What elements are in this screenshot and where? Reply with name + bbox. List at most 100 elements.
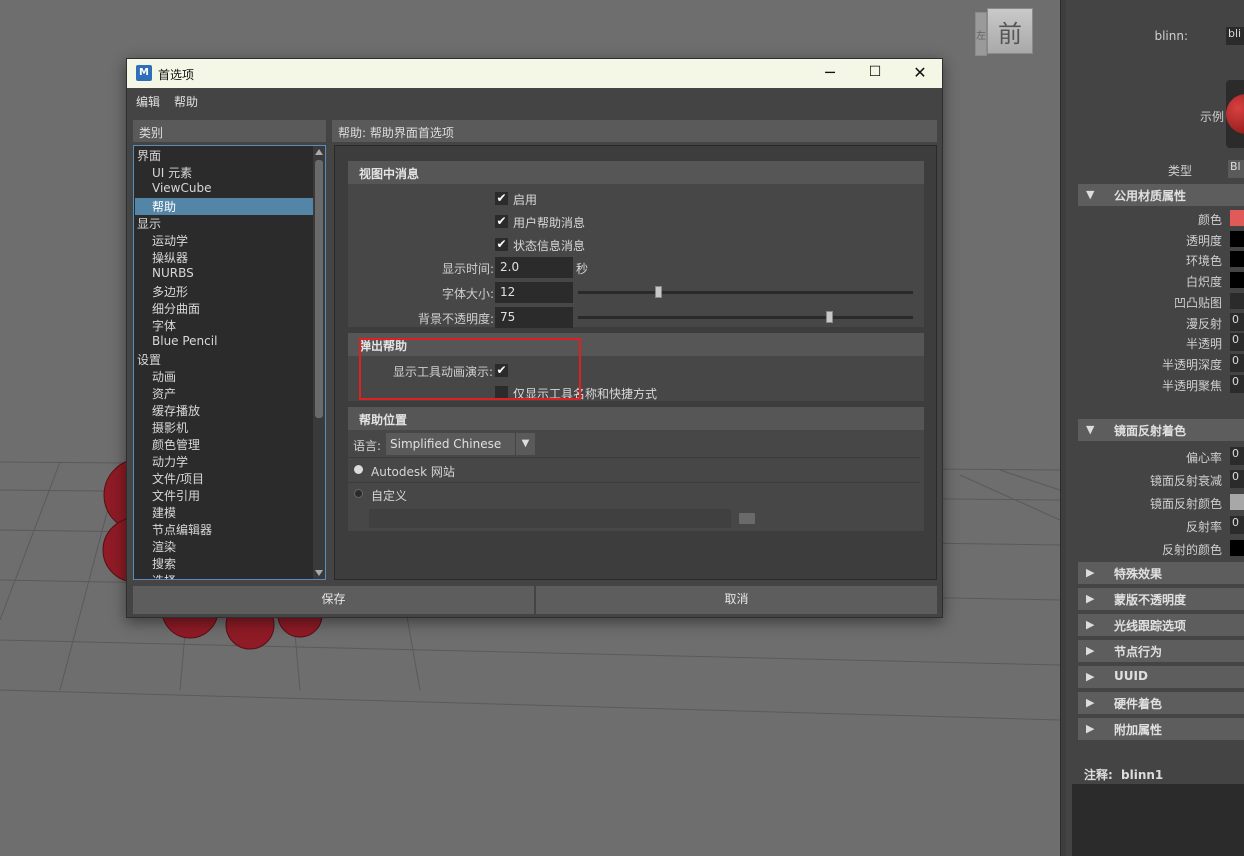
- scroll-up-icon[interactable]: [315, 149, 323, 155]
- attr-value-field[interactable]: 0: [1230, 374, 1244, 393]
- maya-app-icon: M: [136, 65, 152, 81]
- menu-edit[interactable]: 编辑: [136, 93, 160, 110]
- category-item[interactable]: 搜索: [135, 555, 315, 572]
- font-size-field[interactable]: 12: [495, 282, 573, 303]
- attr-value-field[interactable]: 0: [1230, 353, 1244, 372]
- category-item[interactable]: 摄影机: [135, 419, 315, 436]
- close-button[interactable]: ✕: [897, 59, 943, 88]
- category-item[interactable]: 帮助: [135, 198, 315, 215]
- frame-title[interactable]: 视图中消息: [348, 161, 924, 184]
- custom-path-field[interactable]: [369, 509, 731, 528]
- category-item[interactable]: 界面: [135, 147, 315, 164]
- custom-radio[interactable]: [354, 489, 363, 498]
- cancel-button[interactable]: 取消: [536, 586, 937, 614]
- bg-opacity-slider-handle[interactable]: [826, 311, 834, 323]
- node-name-label: blinn:: [1154, 29, 1188, 43]
- status-checkbox[interactable]: ✔: [495, 238, 508, 251]
- display-time-field[interactable]: 2.0: [495, 257, 573, 278]
- bg-opacity-slider[interactable]: [578, 316, 913, 319]
- attr-value-field[interactable]: 0: [1230, 333, 1244, 352]
- language-dropdown[interactable]: Simplified Chinese ▼: [386, 433, 535, 455]
- notes-field[interactable]: [1072, 784, 1244, 856]
- category-item[interactable]: 颜色管理: [135, 436, 315, 453]
- collapsed-triangle-icon: ▶: [1086, 722, 1095, 735]
- color-swatch[interactable]: [1230, 272, 1244, 289]
- category-item[interactable]: UI 元素: [135, 164, 315, 181]
- collapsed-section[interactable]: ▶ 硬件着色: [1078, 692, 1244, 714]
- attr-row: 反射率 0: [1066, 515, 1244, 535]
- category-item[interactable]: 设置: [135, 351, 315, 368]
- collapsed-triangle-icon: ▶: [1086, 644, 1095, 657]
- category-item[interactable]: 资产: [135, 385, 315, 402]
- attr-value-field[interactable]: 0: [1230, 447, 1244, 465]
- folder-icon[interactable]: [739, 513, 755, 524]
- viewcube-side[interactable]: 左: [975, 12, 987, 56]
- category-item[interactable]: 字体: [135, 317, 315, 334]
- title-bar[interactable]: M 首选项 ─ ☐ ✕: [127, 59, 942, 88]
- category-item[interactable]: 运动学: [135, 232, 315, 249]
- scroll-thumb[interactable]: [315, 160, 323, 418]
- category-item[interactable]: 细分曲面: [135, 300, 315, 317]
- color-swatch[interactable]: [1230, 230, 1244, 247]
- attr-row: 白炽度: [1066, 270, 1244, 290]
- autodesk-radio[interactable]: [354, 465, 363, 474]
- attr-row: 偏心率 0: [1066, 446, 1244, 466]
- collapsed-section[interactable]: ▶ 光线跟踪选项: [1078, 614, 1244, 636]
- attr-value-field[interactable]: 0: [1230, 312, 1244, 331]
- type-dropdown[interactable]: Bl: [1228, 160, 1244, 178]
- scroll-down-icon[interactable]: [315, 570, 323, 576]
- type-row: 类型 Bl: [1066, 159, 1244, 179]
- color-swatch[interactable]: [1230, 494, 1244, 510]
- category-item[interactable]: 动力学: [135, 453, 315, 470]
- user-help-checkbox[interactable]: ✔: [495, 215, 508, 228]
- viewcube[interactable]: 左 前: [975, 8, 1033, 58]
- color-swatch[interactable]: [1230, 210, 1244, 226]
- category-item[interactable]: 多边形: [135, 283, 315, 300]
- section-common-material[interactable]: ▼ 公用材质属性: [1078, 184, 1244, 206]
- minimize-button[interactable]: ─: [807, 59, 853, 88]
- attr-label: 镜面反射颜色: [1149, 497, 1222, 511]
- category-scrollbar[interactable]: [313, 146, 325, 579]
- category-item[interactable]: 动画: [135, 368, 315, 385]
- bg-opacity-field[interactable]: 75: [495, 307, 573, 328]
- section-specular[interactable]: ▼ 镜面反射着色: [1078, 419, 1244, 441]
- category-item[interactable]: 选择: [135, 572, 315, 579]
- category-item[interactable]: Blue Pencil: [135, 334, 315, 351]
- viewcube-front[interactable]: 前: [987, 8, 1033, 54]
- font-size-slider-handle[interactable]: [655, 286, 663, 298]
- maximize-button[interactable]: ☐: [852, 59, 898, 88]
- attr-row: 反射的颜色: [1066, 538, 1244, 558]
- category-item[interactable]: 操纵器: [135, 249, 315, 266]
- font-size-slider[interactable]: [578, 291, 913, 294]
- node-name-field[interactable]: bli: [1226, 27, 1244, 45]
- collapsed-section[interactable]: ▶ UUID: [1078, 666, 1244, 688]
- color-swatch[interactable]: [1230, 251, 1244, 268]
- attr-label: 反射的颜色: [1161, 543, 1222, 557]
- category-item[interactable]: 建模: [135, 504, 315, 521]
- collapsed-section[interactable]: ▶ 节点行为: [1078, 640, 1244, 662]
- collapsed-section[interactable]: ▶ 附加属性: [1078, 718, 1244, 740]
- category-item[interactable]: 文件/项目: [135, 470, 315, 487]
- frame-title[interactable]: 帮助位置: [348, 407, 924, 430]
- attr-value-field[interactable]: 0: [1230, 516, 1244, 534]
- menu-help[interactable]: 帮助: [174, 93, 198, 110]
- collapsed-section[interactable]: ▶ 蒙版不透明度: [1078, 588, 1244, 610]
- category-item[interactable]: 渲染: [135, 538, 315, 555]
- category-item[interactable]: 节点编辑器: [135, 521, 315, 538]
- enable-checkbox[interactable]: ✔: [495, 192, 508, 205]
- language-value: Simplified Chinese: [390, 437, 502, 451]
- save-button[interactable]: 保存: [133, 586, 534, 614]
- collapsed-section[interactable]: ▶ 特殊效果: [1078, 562, 1244, 584]
- attr-label: 环境色: [1185, 254, 1222, 269]
- display-time-label: 显示时间:: [441, 262, 494, 276]
- category-item[interactable]: 显示: [135, 215, 315, 232]
- attr-value-field[interactable]: 0: [1230, 470, 1244, 488]
- notes-row: 注释: blinn1: [1084, 766, 1163, 783]
- color-swatch[interactable]: [1230, 540, 1244, 556]
- category-list[interactable]: 界面 UI 元素 ViewCube 帮助 显示 运动学 操纵器 NURBS 多边形 细分曲面 字体 B…: [133, 145, 326, 580]
- category-item[interactable]: 文件引用: [135, 487, 315, 504]
- category-item[interactable]: 缓存播放: [135, 402, 315, 419]
- color-swatch[interactable]: [1230, 292, 1244, 309]
- category-item[interactable]: NURBS: [135, 266, 315, 283]
- category-item[interactable]: ViewCube: [135, 181, 315, 198]
